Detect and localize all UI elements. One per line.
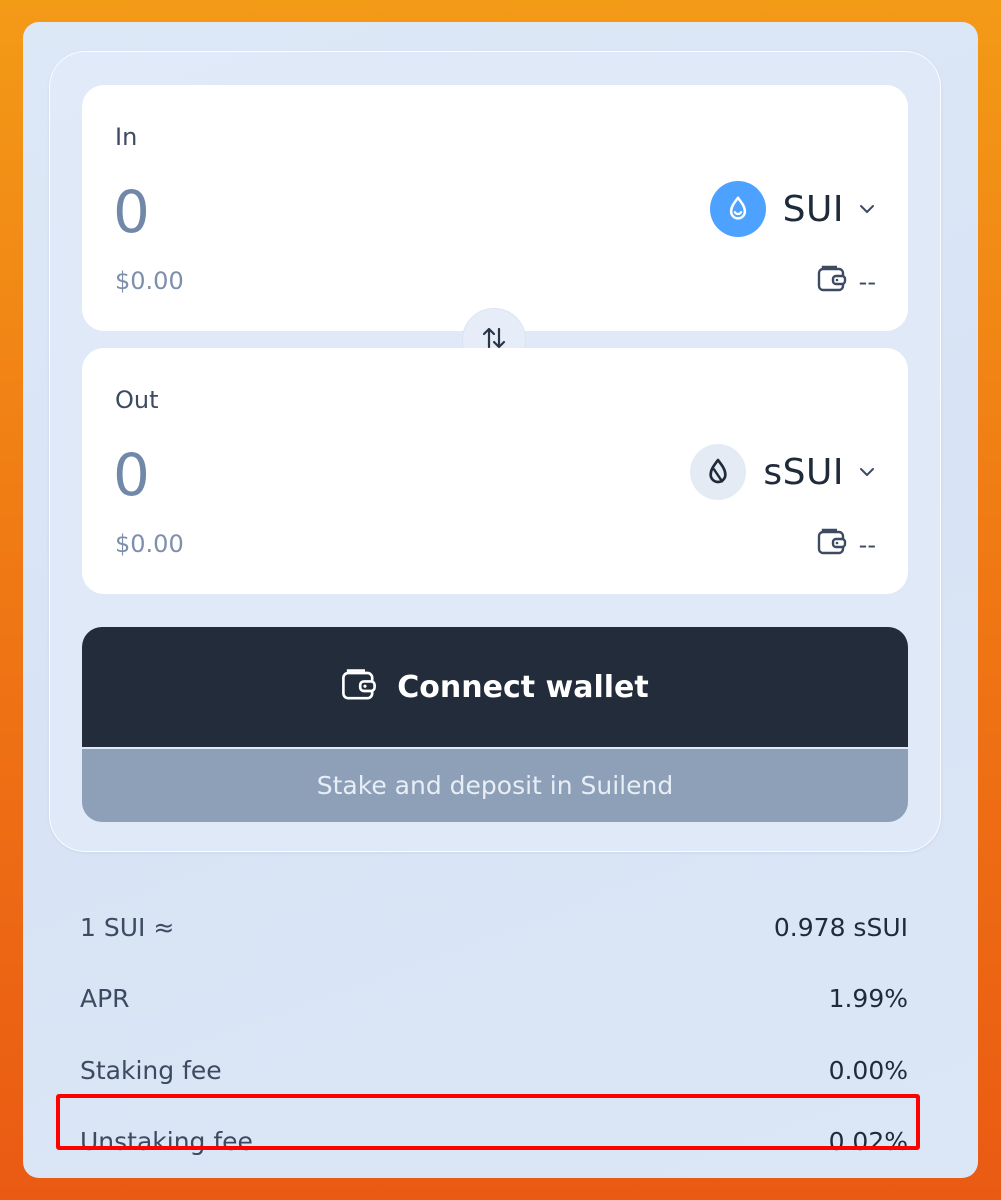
wallet-icon (817, 528, 847, 562)
stake-panel: In 0 $0.00 SUI -- Out 0 $0.00 sSUI -- Co… (23, 22, 978, 1178)
stake-deposit-label: Stake and deposit in Suilend (316, 771, 674, 800)
staking-fee-row: Staking fee 0.00% (80, 1050, 908, 1090)
out-balance: -- (817, 528, 876, 562)
out-amount-input[interactable]: 0 (113, 440, 150, 510)
stat-label: 1 SUI ≈ (80, 912, 175, 942)
out-token-select[interactable]: sSUI (690, 442, 878, 502)
in-token-name: SUI (782, 188, 844, 230)
in-balance-value: -- (858, 268, 876, 296)
chevron-down-icon (856, 461, 878, 483)
stat-label: Staking fee (80, 1055, 222, 1085)
wallet-icon (341, 668, 377, 706)
in-token-select[interactable]: SUI (709, 179, 878, 239)
connect-wallet-label: Connect wallet (397, 669, 649, 705)
in-amount-input[interactable]: 0 (113, 177, 150, 247)
wallet-icon (817, 265, 847, 299)
in-balance: -- (817, 265, 876, 299)
out-balance-value: -- (858, 531, 876, 559)
exchange-rate-row: 1 SUI ≈ 0.978 sSUI (80, 907, 908, 947)
in-card: In 0 $0.00 SUI -- (82, 85, 908, 331)
out-card: Out 0 $0.00 sSUI -- (82, 348, 908, 594)
in-label: In (115, 123, 138, 151)
stat-label: APR (80, 983, 130, 1013)
out-token-name: sSUI (763, 451, 844, 493)
stat-value: 0.978 sSUI (773, 912, 908, 942)
apr-row: APR 1.99% (80, 978, 908, 1018)
ssui-droplet-icon (690, 444, 747, 500)
out-label: Out (115, 386, 159, 414)
sui-droplet-icon (709, 181, 766, 237)
connect-wallet-button[interactable]: Connect wallet (82, 627, 908, 747)
swap-form: In 0 $0.00 SUI -- Out 0 $0.00 sSUI -- Co… (49, 51, 941, 852)
stat-value: 1.99% (828, 983, 908, 1013)
out-usd-value: $0.00 (115, 530, 184, 558)
stat-value: 0.00% (828, 1055, 908, 1085)
in-usd-value: $0.00 (115, 267, 184, 295)
chevron-down-icon (856, 198, 878, 220)
stake-deposit-button[interactable]: Stake and deposit in Suilend (82, 749, 908, 822)
unstaking-fee-highlight (56, 1094, 920, 1150)
